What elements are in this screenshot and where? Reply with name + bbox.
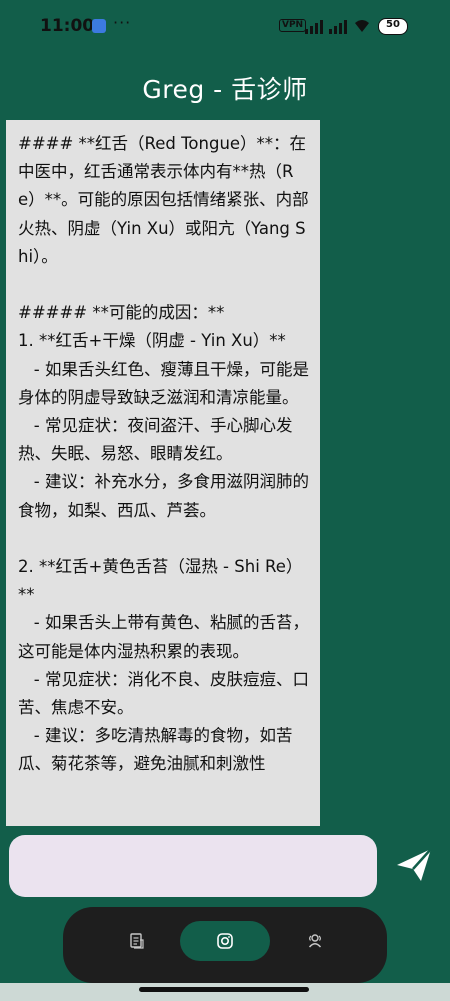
send-button[interactable]	[392, 843, 436, 887]
home-indicator[interactable]	[139, 987, 309, 992]
send-icon	[397, 848, 432, 881]
nav-item-history[interactable]	[117, 921, 157, 961]
document-icon	[130, 933, 144, 949]
status-time: 11:00	[40, 16, 95, 36]
chat-message-text: #### **红舌（Red Tongue）**：在中医中，红舌通常表示体内有**…	[18, 134, 309, 774]
chat-message-card: #### **红舌（Red Tongue）**：在中医中，红舌通常表示体内有**…	[6, 120, 320, 826]
nav-item-profile[interactable]	[295, 921, 335, 961]
app-notification-icon	[92, 19, 106, 33]
wifi-icon	[355, 20, 369, 32]
status-bar: 11:00 ··· VPN 50	[0, 0, 450, 56]
signal-icon	[305, 20, 347, 34]
bottom-strip	[0, 983, 450, 1001]
instagram-camera-icon	[217, 933, 233, 949]
vpn-icon: VPN	[279, 19, 307, 32]
battery-level: 50	[386, 19, 400, 30]
nav-item-camera[interactable]	[180, 921, 270, 961]
more-notifications-icon: ···	[113, 13, 132, 32]
users-icon	[308, 934, 322, 948]
message-input[interactable]	[9, 835, 377, 897]
bottom-navigation	[63, 907, 387, 983]
page-title: Greg - 舌诊师	[142, 75, 308, 104]
